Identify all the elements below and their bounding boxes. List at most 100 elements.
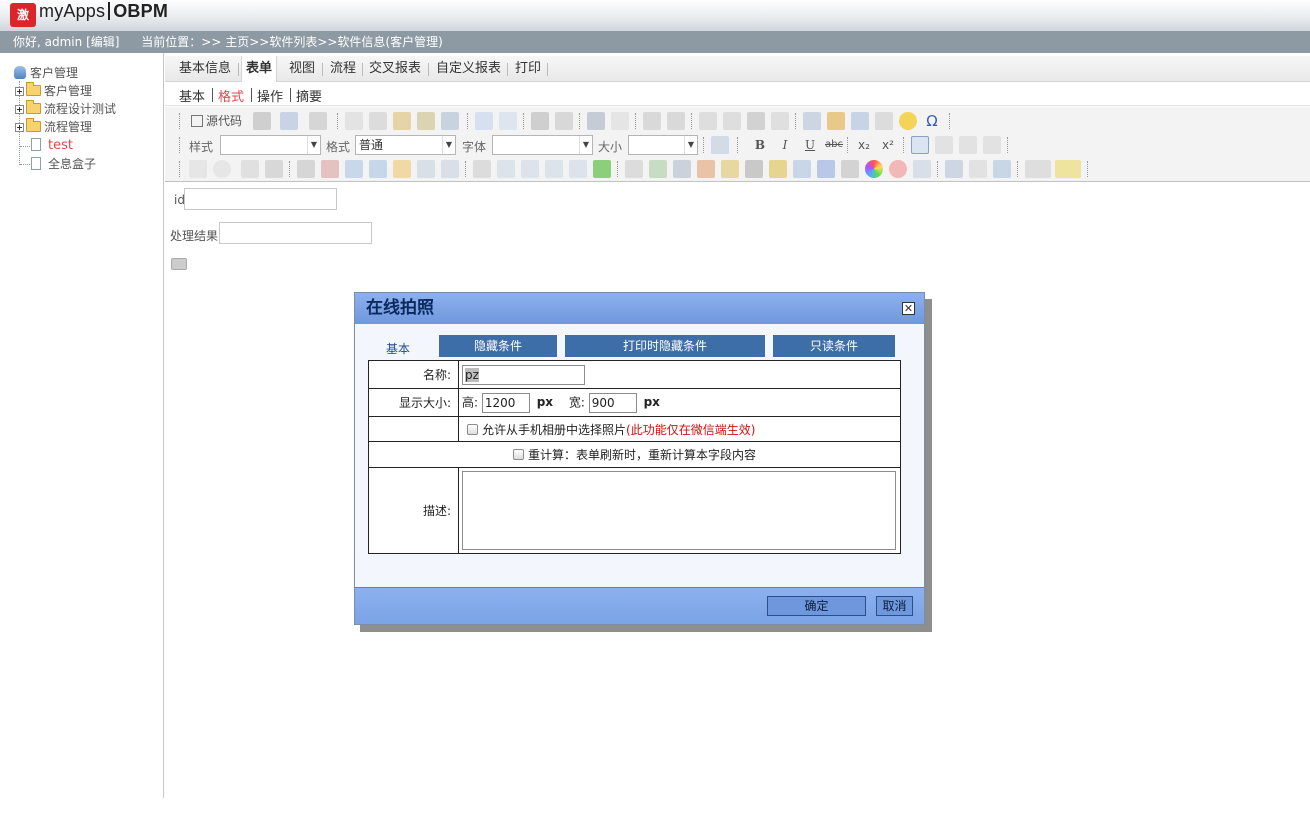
anchor-icon[interactable]	[993, 160, 1011, 178]
paste-icon[interactable]	[393, 112, 411, 130]
text-color-icon[interactable]	[1025, 160, 1051, 178]
underline-button[interactable]: U	[801, 136, 819, 154]
expand-icon[interactable]	[15, 123, 24, 132]
align-left-icon[interactable]	[911, 136, 929, 154]
link-icon[interactable]	[945, 160, 963, 178]
maximize-icon[interactable]	[711, 136, 729, 154]
paste-text-icon[interactable]	[417, 112, 435, 130]
height-input[interactable]: 1200	[481, 392, 530, 413]
replace-icon[interactable]	[555, 112, 573, 130]
dialog-tab-readonly[interactable]: 只读条件	[773, 335, 895, 357]
user-field-icon[interactable]	[345, 160, 363, 178]
horizontal-rule-icon[interactable]	[875, 112, 893, 130]
undo-icon[interactable]	[475, 112, 493, 130]
camera-icon[interactable]	[673, 160, 691, 178]
tree-item-test[interactable]: test	[31, 137, 73, 155]
description-textarea[interactable]	[462, 471, 896, 550]
subtab-format[interactable]: 格式	[218, 86, 244, 105]
tree-item-flow-manage[interactable]: 流程管理	[15, 118, 92, 136]
outdent-icon[interactable]	[699, 112, 717, 130]
select-all-icon[interactable]	[587, 112, 605, 130]
paste-word-icon[interactable]	[441, 112, 459, 130]
popup-field-icon[interactable]	[913, 160, 931, 178]
textarea-field-icon[interactable]	[265, 160, 283, 178]
tab-print[interactable]: 打印	[515, 56, 541, 82]
dialog-tab-basic[interactable]: 基本	[386, 340, 410, 357]
width-input[interactable]: 900	[588, 392, 637, 413]
dialog-title-bar[interactable]: 在线拍照	[355, 293, 924, 324]
expand-icon[interactable]	[15, 87, 24, 96]
expand-icon[interactable]	[15, 105, 24, 114]
special-char-icon[interactable]: Ω	[923, 112, 941, 130]
tab-form[interactable]: 表单	[241, 56, 278, 82]
breadcrumb[interactable]: >> 主页>>软件列表>>软件信息(客户管理)	[201, 35, 443, 49]
tab-basic-info[interactable]: 基本信息	[179, 56, 231, 82]
date-field-icon[interactable]	[321, 160, 339, 178]
app-logo[interactable]: myApps OBPM	[39, 1, 168, 22]
save-icon[interactable]	[253, 112, 271, 130]
checkbox-field-icon[interactable]	[189, 160, 207, 178]
tree-item-flow-test[interactable]: 流程设计测试	[15, 100, 116, 118]
smiley-icon[interactable]	[899, 112, 917, 130]
view-field-icon[interactable]	[545, 160, 563, 178]
gallery-icon[interactable]	[769, 160, 787, 178]
field-result-input[interactable]	[219, 222, 372, 244]
word-field-icon[interactable]	[793, 160, 811, 178]
copy-icon[interactable]	[369, 112, 387, 130]
include-field-icon[interactable]	[497, 160, 515, 178]
close-icon[interactable]: ✕	[902, 302, 915, 315]
source-code-button[interactable]: 源代码	[189, 112, 251, 130]
subtab-summary[interactable]: 摘要	[296, 86, 322, 105]
tab-field-icon[interactable]	[521, 160, 539, 178]
bulleted-list-icon[interactable]	[667, 112, 685, 130]
list-field-icon[interactable]	[593, 160, 611, 178]
unlink-icon[interactable]	[969, 160, 987, 178]
color-field-icon[interactable]	[865, 160, 883, 178]
numbered-list-icon[interactable]	[643, 112, 661, 130]
template-icon[interactable]	[309, 112, 327, 130]
subscript-button[interactable]: x₂	[855, 136, 873, 154]
strikethrough-button[interactable]: abc	[825, 136, 843, 154]
office-field-icon[interactable]	[817, 160, 835, 178]
input-field-icon[interactable]	[473, 160, 491, 178]
edit-profile-link[interactable]: [编辑]	[86, 35, 119, 49]
bold-button[interactable]: B	[751, 136, 769, 154]
dialog-tab-print-hidden[interactable]: 打印时隐藏条件	[565, 335, 765, 357]
tab-flow[interactable]: 流程	[330, 56, 356, 82]
text-field-icon[interactable]	[241, 160, 259, 178]
suggest-field-icon[interactable]	[417, 160, 435, 178]
signature-field-icon[interactable]	[625, 160, 643, 178]
tab-cross-report[interactable]: 交叉报表	[369, 56, 421, 82]
circle-field-icon[interactable]	[889, 160, 907, 178]
subtab-operation[interactable]: 操作	[257, 86, 283, 105]
create-div-icon[interactable]	[771, 112, 789, 130]
tree-item-customer[interactable]: 客户管理	[15, 82, 92, 100]
flash-icon[interactable]	[827, 112, 845, 130]
table-icon[interactable]	[851, 112, 869, 130]
microphone-icon[interactable]	[721, 160, 739, 178]
button-field-icon[interactable]	[441, 160, 459, 178]
ok-button[interactable]: 确定	[767, 596, 866, 616]
image-upload-icon[interactable]	[649, 160, 667, 178]
tab-view[interactable]: 视图	[289, 56, 315, 82]
style-select[interactable]: ▼	[220, 135, 321, 155]
remove-format-icon[interactable]	[611, 112, 629, 130]
weixin-field-icon[interactable]	[841, 160, 859, 178]
align-center-icon[interactable]	[935, 136, 953, 154]
indent-icon[interactable]	[723, 112, 741, 130]
allow-album-checkbox[interactable]	[467, 423, 478, 435]
dialog-tab-hidden[interactable]: 隐藏条件	[439, 335, 557, 357]
image-icon[interactable]	[803, 112, 821, 130]
size-select[interactable]: ▼	[628, 135, 698, 155]
recalculate-checkbox[interactable]	[512, 449, 524, 460]
tab-custom-report[interactable]: 自定义报表	[436, 56, 501, 82]
font-select[interactable]: ▼	[492, 135, 593, 155]
align-right-icon[interactable]	[959, 136, 977, 154]
map-field-icon[interactable]	[697, 160, 715, 178]
tree-item-hologram-box[interactable]: 全息盒子	[31, 155, 96, 173]
field-id-input[interactable]	[184, 188, 337, 210]
blockquote-icon[interactable]	[747, 112, 765, 130]
find-icon[interactable]	[531, 112, 549, 130]
align-justify-icon[interactable]	[983, 136, 1001, 154]
subtab-basic[interactable]: 基本	[179, 86, 205, 105]
